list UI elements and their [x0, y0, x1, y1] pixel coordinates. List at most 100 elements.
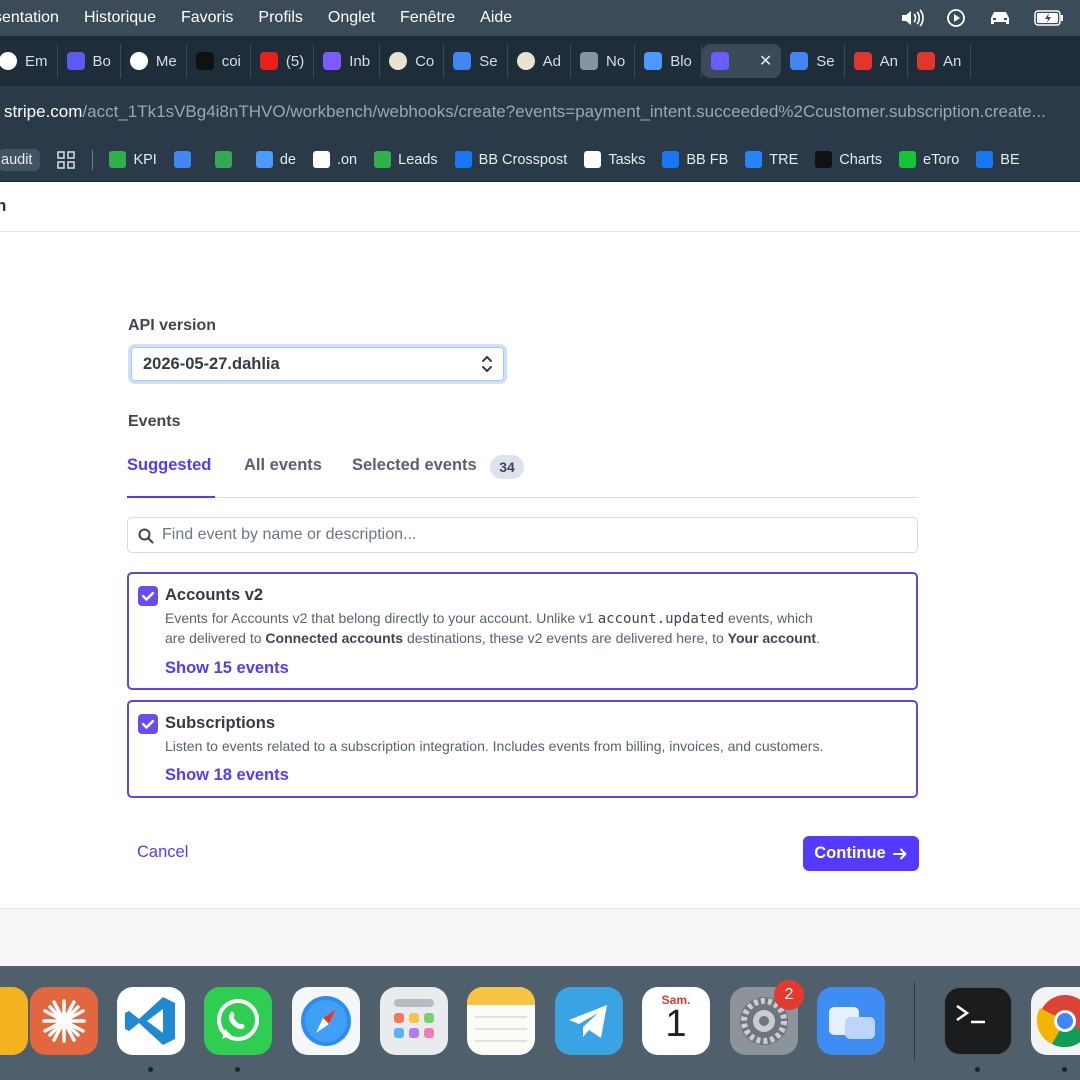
bookmark-item[interactable]: BB FB	[662, 151, 728, 168]
bookmark-favicon-icon	[109, 151, 127, 168]
browser-tab[interactable]: Se	[781, 44, 845, 78]
browser-tab-active[interactable]: ✕	[701, 44, 782, 78]
menubar-item[interactable]: Fenêtre	[400, 9, 455, 27]
show-events-link[interactable]: Show 18 events	[165, 766, 289, 785]
continue-button[interactable]: Continue	[803, 836, 919, 871]
menubar: sentation Historique Favoris Profils Onglet F…	[0, 0, 1080, 36]
bookmark-item[interactable]: de	[255, 151, 296, 168]
safari-app-icon[interactable]	[292, 987, 360, 1055]
bookmark-favicon-icon	[374, 151, 392, 168]
browser-tab[interactable]: An	[845, 44, 908, 78]
browser-tab[interactable]: An	[908, 44, 972, 78]
bookmark-item[interactable]: .on	[312, 151, 357, 168]
browser-tab[interactable]: Blo	[635, 44, 702, 78]
bookmark-item[interactable]	[214, 151, 239, 168]
car-icon[interactable]	[988, 9, 1012, 27]
desc-text: Events for Accounts v2 that belong direc…	[165, 610, 598, 626]
bookmark-item[interactable]: Leads	[374, 151, 438, 168]
menubar-item[interactable]: sentation	[0, 9, 59, 27]
desc-code: account.updated	[597, 611, 725, 627]
menubar-item[interactable]: Favoris	[181, 9, 233, 27]
browser-tab[interactable]: Se	[444, 44, 508, 78]
cancel-button[interactable]: Cancel	[137, 843, 188, 862]
menubar-item[interactable]: Profils	[258, 9, 302, 27]
menubar-item[interactable]: Onglet	[328, 9, 375, 27]
browser-tab[interactable]: Co	[380, 44, 445, 78]
bookmark-item[interactable]: Tasks	[584, 151, 645, 168]
bookmark-label: KPI	[133, 151, 157, 168]
volume-icon[interactable]	[900, 9, 924, 27]
bookmark-favicon-icon	[662, 151, 680, 168]
tab-label: Se	[479, 52, 498, 70]
tab-label: Ad	[542, 52, 561, 70]
bookmark-item[interactable]: eToro	[899, 151, 959, 168]
tab-favicon-icon	[853, 52, 872, 70]
browser-tab[interactable]: Bo	[58, 44, 121, 78]
apps-grid-icon[interactable]	[57, 150, 76, 169]
menubar-item[interactable]: Aide	[480, 9, 512, 27]
show-events-link[interactable]: Show 15 events	[165, 659, 289, 678]
browser-tab[interactable]: Me	[121, 44, 187, 78]
menubar-item[interactable]: Historique	[84, 9, 156, 27]
launchpad-app-icon[interactable]	[380, 987, 448, 1055]
dock-app-partial-icon[interactable]	[0, 987, 28, 1055]
desc-bold: Your account	[727, 630, 817, 646]
browser-tab[interactable]: No	[571, 44, 636, 78]
bookmark-favicon-icon	[255, 151, 273, 168]
desc-text: are delivered to	[165, 630, 266, 646]
browser-tab[interactable]: (5)	[251, 44, 315, 78]
accounts-v2-checkbox[interactable]	[138, 586, 158, 606]
search-icon	[138, 528, 154, 544]
subscriptions-checkbox[interactable]	[138, 714, 158, 734]
event-group-card-subscriptions[interactable]: Subscriptions Listen to events related t…	[127, 700, 918, 798]
api-version-select[interactable]: 2026-05-27.dahlia	[128, 344, 507, 384]
chrome-app-icon[interactable]	[1031, 987, 1080, 1055]
tab-label: Em	[25, 52, 48, 70]
events-label: Events	[128, 413, 181, 430]
bookmark-item[interactable]	[173, 151, 198, 168]
terminal-app-icon[interactable]	[944, 987, 1012, 1055]
tab-favicon-icon	[66, 52, 85, 70]
battery-icon[interactable]	[1034, 10, 1064, 26]
event-group-card-accounts-v2[interactable]: Accounts v2 Events for Accounts v2 that …	[127, 572, 918, 690]
calendar-app-icon[interactable]: Sam. 1	[642, 987, 710, 1055]
now-playing-icon[interactable]	[946, 8, 966, 28]
browser-tab[interactable]: Inb	[314, 44, 381, 78]
bookmark-favicon-icon	[815, 151, 833, 168]
macos-dock: Sam. 1 2	[0, 966, 1080, 1080]
browser-tab[interactable]: coi	[187, 44, 251, 78]
bookmark-favicon-icon	[454, 151, 472, 168]
desc-text: .	[816, 630, 820, 646]
bookmark-item[interactable]: BE	[976, 151, 1020, 168]
claude-app-icon[interactable]	[30, 987, 98, 1055]
notes-app-icon[interactable]	[467, 987, 535, 1055]
bookmark-item[interactable]: Charts	[815, 151, 882, 168]
bookmark-label: BB FB	[686, 151, 729, 168]
whatsapp-app-icon[interactable]	[204, 987, 272, 1055]
running-indicator	[1062, 1067, 1067, 1072]
telegram-app-icon[interactable]	[555, 987, 623, 1055]
running-indicator	[235, 1067, 240, 1072]
browser-tab[interactable]: Ad	[508, 44, 571, 78]
tab-label: An	[943, 52, 962, 70]
tab-favicon-icon	[453, 52, 472, 70]
vscode-app-icon[interactable]	[117, 987, 185, 1055]
menubar-status	[900, 0, 1064, 36]
event-search-input[interactable]: Find event by name or description...	[127, 517, 918, 553]
bookmark-item[interactable]: BB Crosspost	[454, 151, 568, 168]
tab-suggested[interactable]: Suggested	[127, 456, 211, 475]
tab-selected-events[interactable]: Selected events	[352, 456, 477, 475]
bookmark-item[interactable]: TRE	[745, 151, 798, 168]
tab-favicon-icon	[389, 52, 408, 70]
bookmark-item[interactable]: KPI	[109, 151, 157, 168]
close-tab-icon[interactable]: ✕	[759, 51, 772, 71]
screen-sharing-app-icon[interactable]	[817, 987, 885, 1055]
browser-tab[interactable]: Em	[0, 44, 58, 78]
api-version-label: API version	[128, 317, 217, 334]
tab-label: Se	[816, 52, 835, 70]
bookmark-item[interactable]: audit	[0, 148, 41, 171]
tab-label: Co	[415, 52, 435, 70]
address-bar[interactable]: stripe.com/acct_1Tk1sVBg4i8nTHVO/workben…	[0, 86, 1080, 138]
bookmark-label: BB Crosspost	[478, 151, 568, 168]
tab-all-events[interactable]: All events	[244, 456, 322, 475]
